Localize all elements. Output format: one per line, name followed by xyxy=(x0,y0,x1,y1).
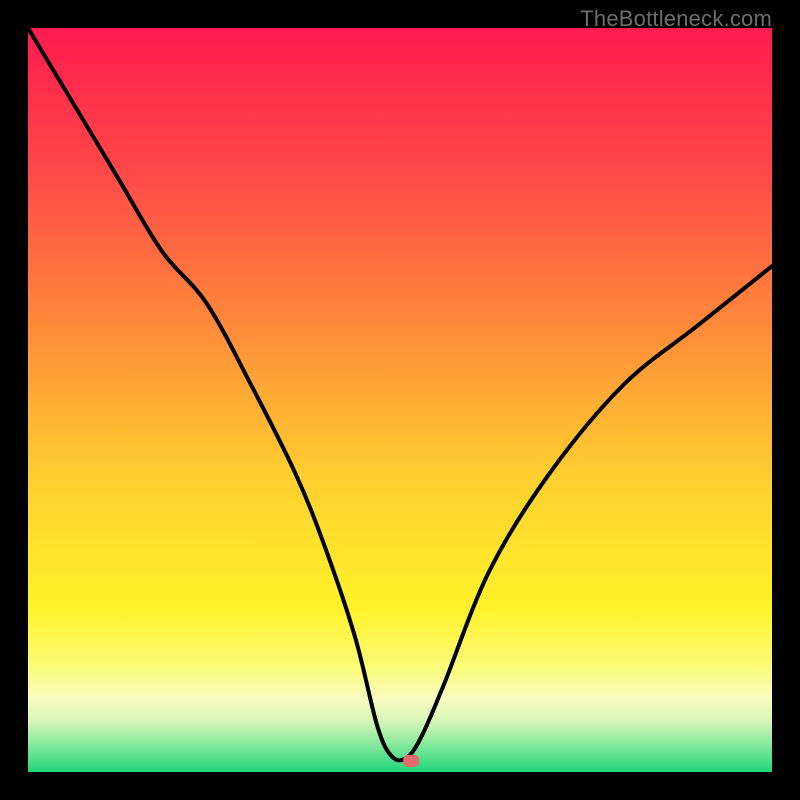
bottleneck-chart xyxy=(28,28,772,772)
gradient-background xyxy=(28,28,772,772)
plot-area xyxy=(28,28,772,772)
optimum-marker xyxy=(403,755,419,767)
chart-frame: TheBottleneck.com xyxy=(0,0,800,800)
